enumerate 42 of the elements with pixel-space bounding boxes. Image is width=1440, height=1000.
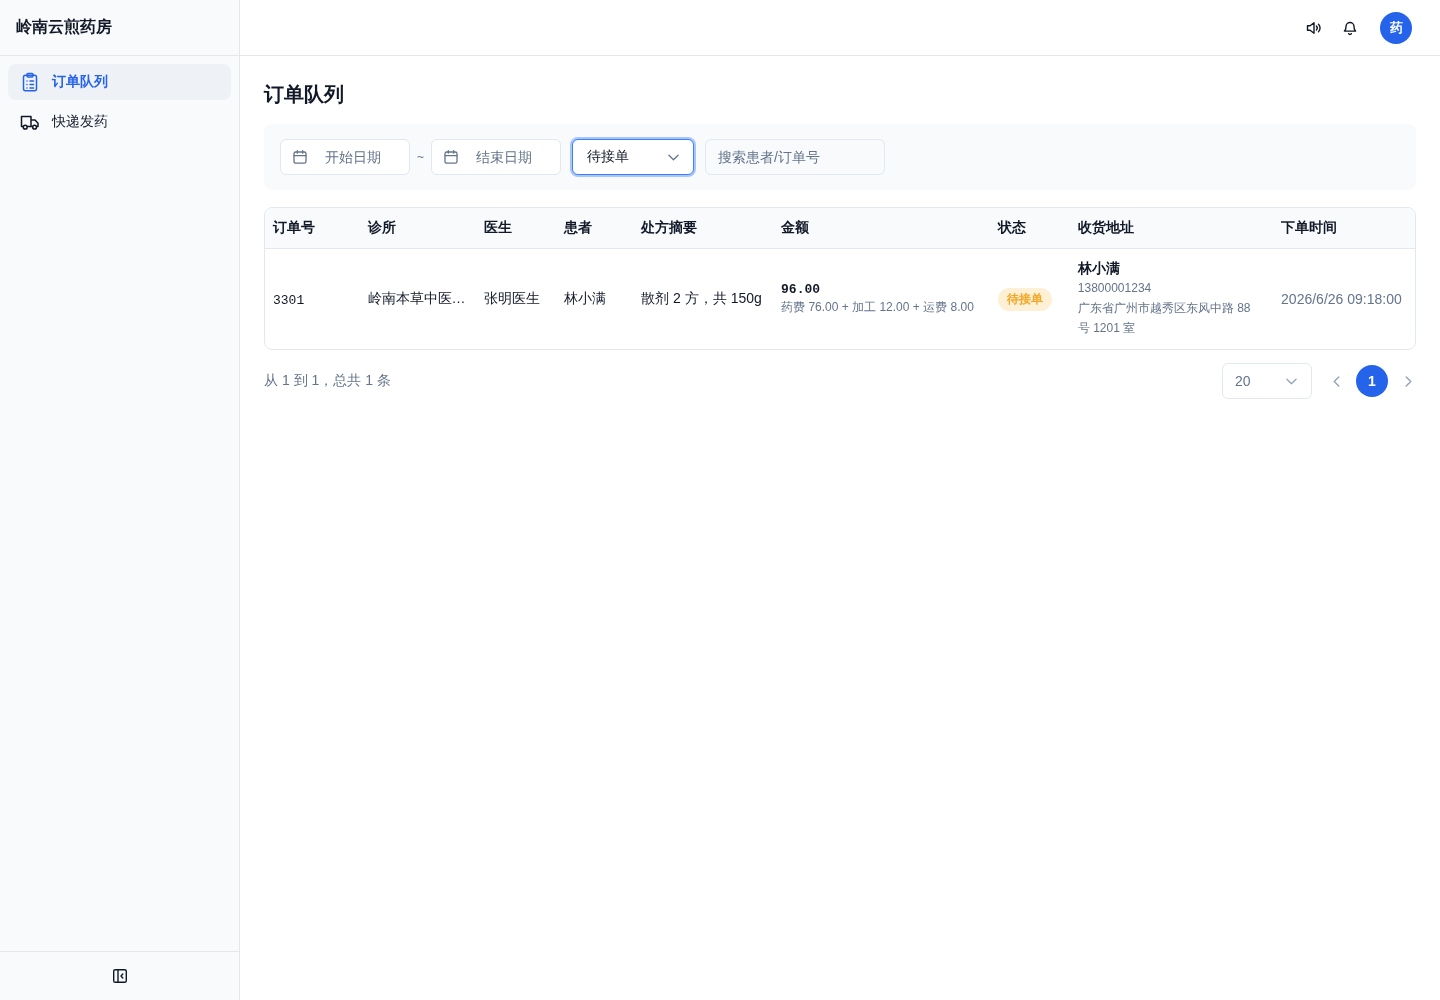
column-header: 收货地址 — [1069, 208, 1274, 249]
user-avatar[interactable]: 药 — [1380, 11, 1412, 44]
page-size-dropdown[interactable]: 20 — [1222, 363, 1312, 399]
recipient-name: 林小满 — [1077, 260, 1121, 278]
end-date-field[interactable]: 结束日期 — [431, 139, 561, 175]
page-button[interactable]: 1 — [1356, 365, 1388, 397]
clinic-name: 岭南本草中医… — [367, 290, 466, 306]
start-date-field[interactable]: 开始日期 — [280, 139, 410, 175]
order-time: 2026/6/26 09:18:00 — [1281, 291, 1402, 307]
column-header: 处方摘要 — [633, 208, 774, 249]
calendar-icon — [292, 149, 308, 165]
column-header: 状态 — [990, 208, 1070, 249]
bell-icon[interactable] — [1342, 19, 1358, 36]
sidebar-item[interactable]: 订单队列 — [8, 64, 231, 100]
column-header: 患者 — [555, 208, 634, 249]
calendar-icon — [443, 149, 459, 165]
sidebar-collapse-icon[interactable] — [111, 968, 128, 984]
results-summary: 从 1 到 1，总共 1 条 — [264, 372, 391, 390]
column-header: 诊所 — [359, 208, 477, 249]
page-title: 订单队列 — [264, 82, 345, 107]
doctor-name: 张明医生 — [484, 290, 541, 306]
chevron-down-icon — [1286, 377, 1297, 385]
column-header: 金额 — [773, 208, 991, 249]
speaker-icon[interactable] — [1306, 19, 1322, 36]
app-brand: 岭南云煎药房 — [16, 17, 112, 37]
column-header: 订单号 — [265, 208, 360, 249]
prescription-summary: 散剂 2 方，共 150g — [641, 290, 762, 306]
recipient-phone: 13800001234 — [1077, 281, 1153, 295]
amount-breakdown: 药费 76.00 + 加工 12.00 + 运费 8.00 — [781, 299, 975, 316]
search-field[interactable]: 搜索患者/订单号 — [705, 139, 885, 175]
order-number: 3301 — [273, 292, 305, 308]
status-dropdown[interactable]: 待接单 — [572, 139, 694, 175]
column-header: 下单时间 — [1273, 208, 1415, 249]
sidebar-item[interactable]: 快递发药 — [8, 104, 231, 140]
shipping-address: 广东省广州市越秀区东风中路 88 号 1201 室 — [1077, 300, 1252, 337]
column-header: 医生 — [476, 208, 556, 249]
chevron-down-icon — [668, 153, 679, 161]
patient-name: 林小满 — [563, 290, 606, 306]
amount-total: 96.00 — [781, 282, 822, 297]
status-badge: 待接单 — [998, 287, 1053, 311]
date-separator: ~ — [417, 150, 424, 164]
clipboard-icon — [20, 72, 40, 92]
